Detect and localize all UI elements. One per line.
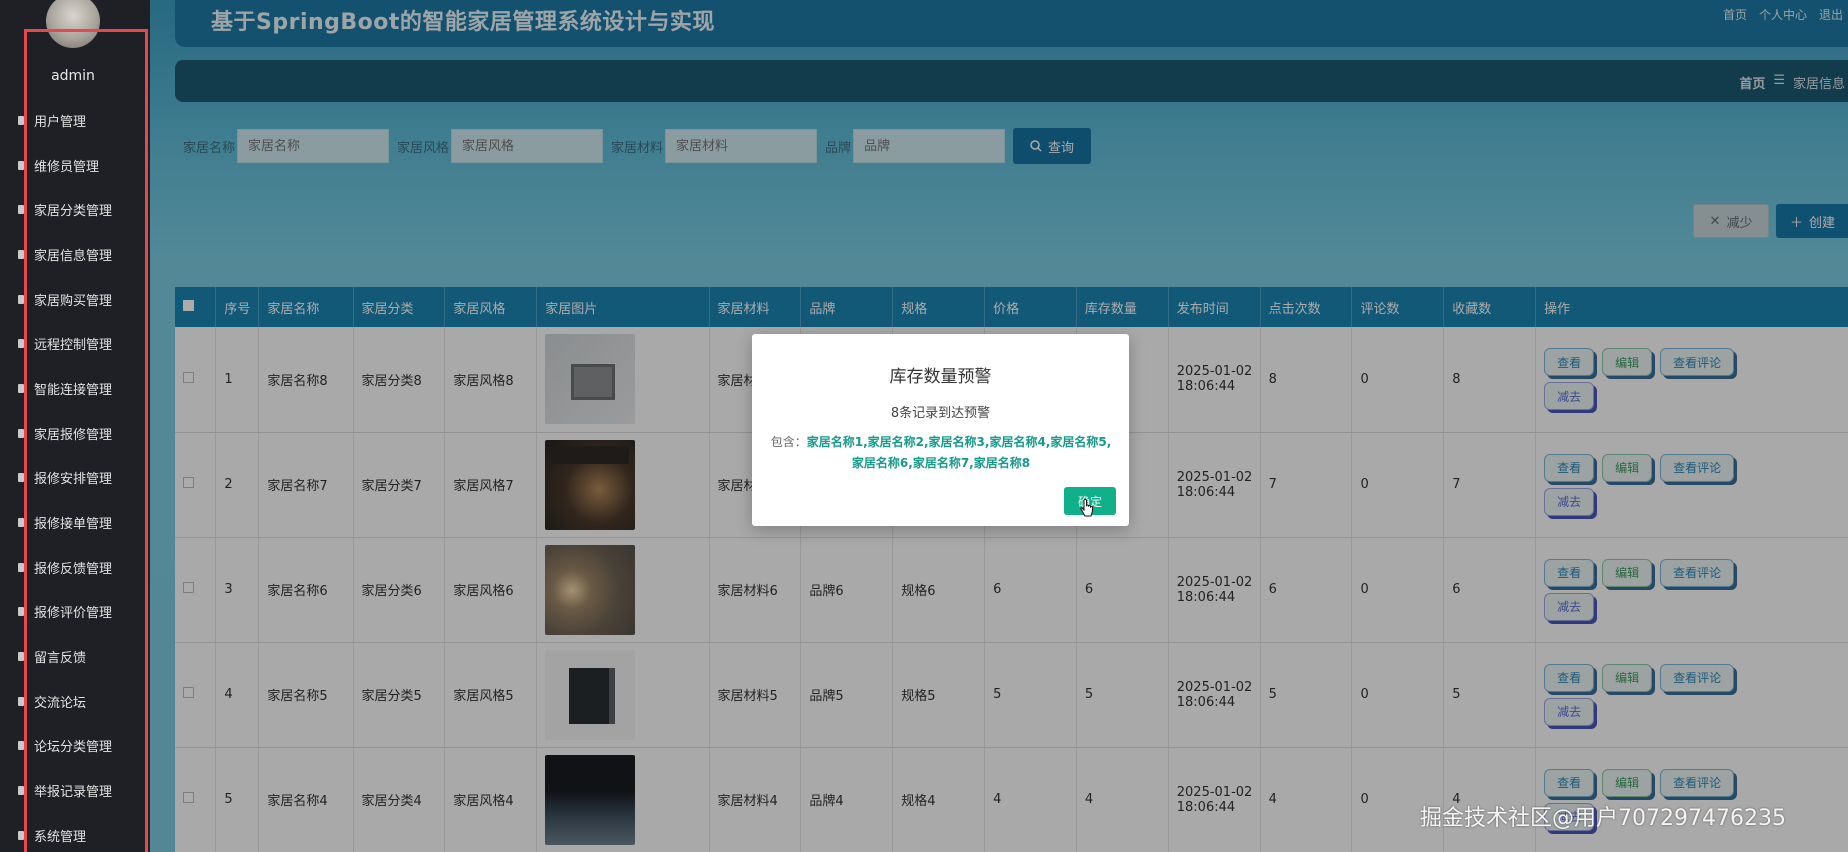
sidebar-item-label: 家居报修管理: [34, 427, 113, 443]
user-icon: [18, 473, 24, 483]
user-icon: [18, 115, 24, 125]
edit-icon: [18, 339, 24, 349]
sidebar-item-label: 家居分类管理: [34, 204, 113, 220]
hand-cursor-icon: [1080, 499, 1093, 517]
sidebar-item-13[interactable]: 交流论坛: [18, 679, 112, 724]
sidebar-item-label: 报修反馈管理: [34, 561, 113, 577]
sidebar-item-5[interactable]: 远程控制管理: [18, 321, 112, 366]
sidebar-item-4[interactable]: 家居购买管理: [18, 277, 112, 322]
dialog-list-prefix: 包含：: [770, 435, 807, 449]
list-icon: [18, 607, 24, 617]
dialog-message: 8条记录到达预警: [890, 406, 991, 421]
sidebar-item-2[interactable]: 家居分类管理: [18, 187, 112, 232]
list-icon: [18, 652, 24, 662]
sidebar-item-label: 维修员管理: [34, 159, 100, 175]
sidebar-item-label: 论坛分类管理: [34, 740, 113, 756]
sidebar-item-label: 系统管理: [34, 829, 87, 845]
dialog-list: 包含：家居名称1,家居名称2,家居名称3,家居名称4,家居名称5,家居名称6,家…: [766, 432, 1116, 474]
sidebar-item-label: 留言反馈: [34, 651, 87, 667]
circle-icon: [18, 428, 24, 438]
sidebar-item-label: 家居购买管理: [34, 293, 113, 309]
sidebar-item-label: 用户管理: [34, 114, 87, 130]
doc-icon: [18, 518, 24, 528]
sidebar-item-label: 智能连接管理: [34, 382, 113, 398]
sidebar-item-9[interactable]: 报修接单管理: [18, 500, 112, 545]
sidebar-item-10[interactable]: 报修反馈管理: [18, 545, 112, 590]
edit-icon: [18, 205, 24, 215]
sidebar-item-label: 报修接单管理: [34, 517, 113, 533]
sidebar-item-label: 家居信息管理: [34, 248, 113, 264]
sidebar: admin 用户管理 维修员管理 家居分类管理 家居信息管理 家居购买管理 远程控制管理智…: [0, 0, 150, 852]
dialog-title: 库存数量预警: [889, 367, 992, 387]
sidebar-item-8[interactable]: 报修安排管理: [18, 456, 112, 501]
dialog-list-names: 家居名称1,家居名称2,家居名称3,家居名称4,家居名称5,家居名称6,家居名称…: [806, 435, 1112, 470]
sidebar-item-0[interactable]: 用户管理: [18, 98, 112, 143]
chart-icon: [18, 383, 24, 393]
sidebar-item-label: 举报记录管理: [34, 785, 113, 801]
stock-warning-dialog: 库存数量预警 8条记录到达预警 包含：家居名称1,家居名称2,家居名称3,家居名…: [752, 334, 1129, 526]
edit-icon: [18, 741, 24, 751]
sidebar-menu: 用户管理维修员管理家居分类管理 家居信息管理 家居购买管理 远程控制管理 智能连接管理家…: [18, 98, 112, 852]
list-icon: [18, 696, 24, 706]
sidebar-item-3[interactable]: 家居信息管理: [18, 232, 112, 277]
sidebar-item-label: 远程控制管理: [34, 338, 113, 354]
sidebar-item-14[interactable]: 论坛分类管理: [18, 724, 112, 769]
list-icon: [18, 562, 24, 572]
sidebar-item-11[interactable]: 报修评价管理: [18, 590, 112, 635]
list-icon: [18, 830, 24, 840]
sidebar-item-12[interactable]: 留言反馈: [18, 634, 112, 679]
sidebar-item-6[interactable]: 智能连接管理: [18, 366, 112, 411]
sidebar-item-label: 报修安排管理: [34, 472, 113, 488]
sidebar-item-7[interactable]: 家居报修管理: [18, 411, 112, 456]
sidebar-item-16[interactable]: 系统管理: [18, 813, 112, 852]
list-icon: [18, 786, 24, 796]
watermark: 掘金技术社区@用户707297476235: [1420, 806, 1786, 831]
doc-icon: [18, 249, 24, 259]
sidebar-item-1[interactable]: 维修员管理: [18, 143, 112, 188]
sidebar-item-15[interactable]: 举报记录管理: [18, 768, 112, 813]
sidebar-item-label: 报修评价管理: [34, 606, 113, 622]
list-icon: [18, 294, 24, 304]
list-icon: [18, 160, 24, 170]
sidebar-item-label: 交流论坛: [34, 695, 87, 711]
